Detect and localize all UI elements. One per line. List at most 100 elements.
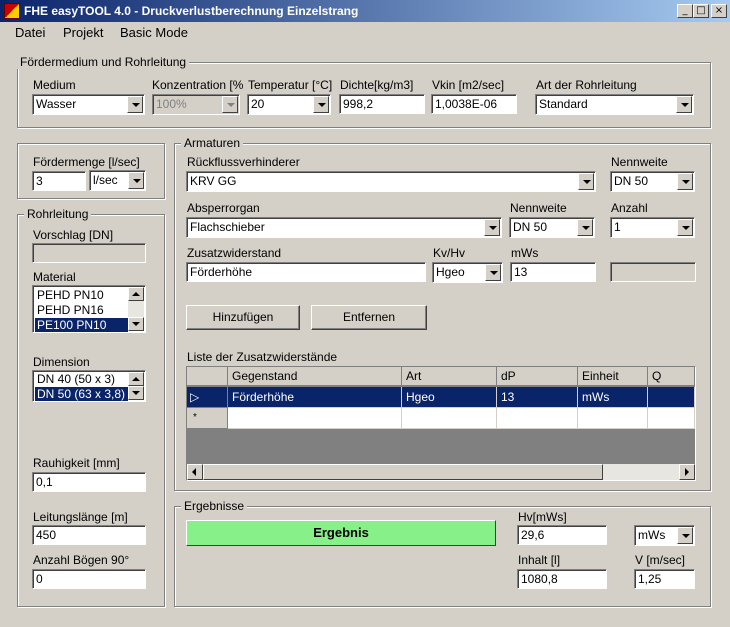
ergebnis-button[interactable]: Ergebnis xyxy=(186,520,496,546)
nennweite-rv-select[interactable]: DN 50 xyxy=(610,171,695,192)
rohrleitung-group-title: Rohrleitung xyxy=(24,207,92,221)
hv-unit-select[interactable]: mWs xyxy=(634,525,695,546)
close-button[interactable]: × xyxy=(711,4,727,18)
grid-header-art[interactable]: Art xyxy=(402,367,497,386)
nennweite-label: Nennweite xyxy=(510,201,567,215)
chevron-down-icon[interactable] xyxy=(484,219,500,236)
material-item-selected[interactable]: PE100 PN10 xyxy=(35,318,128,332)
material-item[interactable]: PEHD PN16 xyxy=(35,303,128,318)
chevron-down-icon[interactable] xyxy=(577,219,593,236)
leitungslaenge-input[interactable]: 450 xyxy=(32,525,146,545)
grid-corner-header xyxy=(187,367,228,386)
entfernen-button[interactable]: Entfernen xyxy=(311,305,427,330)
material-scrollbar[interactable] xyxy=(128,287,144,331)
maximize-button[interactable]: □ xyxy=(693,4,709,18)
grid-horizontal-scrollbar[interactable] xyxy=(187,464,695,480)
grid-cell[interactable] xyxy=(228,408,402,429)
rohrleitung-art-select[interactable]: Standard xyxy=(535,94,694,115)
nennweite-rv-value: DN 50 xyxy=(614,174,649,188)
vorschlag-field xyxy=(32,243,146,263)
foerdermenge-input[interactable]: 3 xyxy=(32,171,86,191)
grid-cell[interactable] xyxy=(648,408,695,429)
grid-header-gegenstand[interactable]: Gegenstand xyxy=(228,367,402,386)
absperrorgan-select[interactable]: Flachschieber xyxy=(186,217,502,238)
chevron-down-icon[interactable] xyxy=(313,96,329,113)
title-bar[interactable]: FHE easyTOOL 4.0 - Druckverlustberechnun… xyxy=(0,0,730,22)
rauhigkeit-input[interactable]: 0,1 xyxy=(32,472,146,492)
dichte-input[interactable]: 998,2 xyxy=(339,94,425,114)
chevron-down-icon[interactable] xyxy=(578,173,594,190)
chevron-down-icon[interactable] xyxy=(677,173,693,190)
rohrleitung-art-value: Standard xyxy=(539,97,588,111)
menu-bar: Datei Projekt Basic Mode xyxy=(0,22,730,44)
rohrleitung-art-label: Art der Rohrleitung xyxy=(536,78,637,92)
material-listbox[interactable]: PEHD PN10 PEHD PN16 PE100 PN10 xyxy=(32,285,146,333)
menu-datei[interactable]: Datei xyxy=(15,25,45,40)
chevron-down-icon[interactable] xyxy=(128,172,144,189)
grid-cell[interactable]: Förderhöhe xyxy=(228,387,402,408)
medium-group-title: Fördermedium und Rohrleitung xyxy=(17,55,190,69)
chevron-down-icon[interactable] xyxy=(676,96,692,113)
nennweite-abs-select[interactable]: DN 50 xyxy=(509,217,595,238)
konzentration-value: 100% xyxy=(156,97,187,111)
grid-cell[interactable] xyxy=(578,408,648,429)
chevron-down-icon[interactable] xyxy=(485,264,501,281)
foerdermenge-unit-value: l/sec xyxy=(93,173,118,187)
kvhv-select[interactable]: Hgeo xyxy=(432,262,503,283)
extra-field xyxy=(610,262,696,282)
armaturen-group-title: Armaturen xyxy=(181,136,244,150)
rueckflussverhinderer-label: Rückflussverhinderer xyxy=(187,155,300,169)
hinzufuegen-button[interactable]: Hinzufügen xyxy=(186,305,300,330)
foerdermenge-unit-select[interactable]: l/sec xyxy=(89,170,146,191)
kvhv-value: Hgeo xyxy=(436,265,465,279)
dimension-scrollbar[interactable] xyxy=(128,372,144,400)
vkin-input[interactable]: 1,0038E-06 xyxy=(431,94,517,114)
menu-projekt[interactable]: Projekt xyxy=(63,25,103,40)
chevron-down-icon[interactable] xyxy=(677,219,693,236)
grid-cell[interactable] xyxy=(497,408,578,429)
medium-select[interactable]: Wasser xyxy=(32,94,145,115)
v-label: V [m/sec] xyxy=(635,553,686,567)
scroll-up-icon[interactable] xyxy=(128,372,144,386)
grid-header-dp[interactable]: dP xyxy=(497,367,578,386)
temperatur-select[interactable]: 20 xyxy=(247,94,331,115)
scroll-up-icon[interactable] xyxy=(128,287,144,301)
anzahl-label: Anzahl xyxy=(611,201,648,215)
hv-label: Hv[mWs] xyxy=(518,510,567,524)
rueckflussverhinderer-select[interactable]: KRV GG xyxy=(186,171,596,192)
scroll-right-icon[interactable] xyxy=(679,464,695,480)
app-icon xyxy=(4,3,20,19)
material-item[interactable]: PEHD PN10 xyxy=(35,288,128,303)
grid-header-q[interactable]: Q xyxy=(648,367,695,386)
inhalt-label: Inhalt [l] xyxy=(518,553,561,567)
grid-cell[interactable]: 13 xyxy=(497,387,578,408)
scroll-thumb[interactable] xyxy=(203,464,603,480)
mws-input[interactable]: 13 xyxy=(510,262,596,282)
scroll-down-icon[interactable] xyxy=(128,386,144,400)
ergebnisse-group-title: Ergebnisse xyxy=(181,499,248,513)
chevron-down-icon[interactable] xyxy=(677,527,693,544)
minimize-button[interactable]: _ xyxy=(677,4,693,18)
chevron-down-icon[interactable] xyxy=(127,96,143,113)
scroll-left-icon[interactable] xyxy=(187,464,203,480)
chevron-down-icon xyxy=(222,96,238,113)
grid-cell[interactable] xyxy=(402,408,497,429)
zusatzwiderstaende-grid[interactable]: Gegenstand Art dP Einheit Q ▷ Förderhöhe… xyxy=(186,366,696,481)
scroll-down-icon[interactable] xyxy=(128,317,144,331)
window-title: FHE easyTOOL 4.0 - Druckverlustberechnun… xyxy=(24,4,359,18)
anzahl-value: 1 xyxy=(614,220,621,234)
rauhigkeit-label: Rauhigkeit [mm] xyxy=(33,456,120,470)
nennweite-label: Nennweite xyxy=(611,155,668,169)
dimension-item-selected[interactable]: DN 50 (63 x 3,8) xyxy=(35,387,128,401)
grid-header-einheit[interactable]: Einheit xyxy=(578,367,648,386)
absperrorgan-value: Flachschieber xyxy=(190,220,265,234)
grid-cell[interactable] xyxy=(648,387,695,408)
menu-basic-mode[interactable]: Basic Mode xyxy=(120,25,188,40)
dimension-item[interactable]: DN 40 (50 x 3) xyxy=(35,372,128,387)
zusatzwiderstand-input[interactable]: Förderhöhe xyxy=(186,262,426,282)
dimension-listbox[interactable]: DN 40 (50 x 3) DN 50 (63 x 3,8) xyxy=(32,370,146,402)
boegen-input[interactable]: 0 xyxy=(32,569,146,589)
anzahl-select[interactable]: 1 xyxy=(610,217,695,238)
grid-cell[interactable]: Hgeo xyxy=(402,387,497,408)
grid-cell[interactable]: mWs xyxy=(578,387,648,408)
